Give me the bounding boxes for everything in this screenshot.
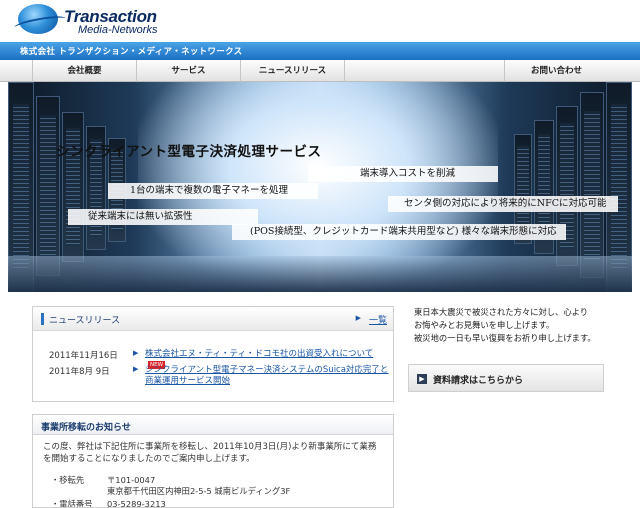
news-panel: ニュースリリース ▶ 一覧 2011年11月16日 ▶ 株式会社エヌ・ティ・ティ…: [32, 306, 394, 402]
office-move-key: ・電話番号: [51, 499, 93, 508]
document-request-button[interactable]: ▶ 資料請求はこちらから: [408, 364, 604, 392]
company-logo[interactable]: Transaction Media-Networks: [13, 4, 218, 38]
notice-line: 東日本大震災で被災された方々に対し、心より: [414, 307, 589, 317]
logo-text-line2: Media-Networks: [78, 24, 158, 36]
header: Transaction Media-Networks: [0, 0, 640, 42]
arrow-right-icon: ▶: [133, 349, 139, 357]
hero-feature-band: センタ側の対応により将来的にNFCに対応可能: [388, 196, 618, 212]
news-link[interactable]: シンクライアント型電子マネー決済システムのSuica対応完了と商業運用サービス開…: [145, 365, 391, 387]
nav-item-news[interactable]: ニュースリリース: [240, 60, 344, 82]
office-move-value: 03-5289-3213: [107, 499, 166, 508]
header-marker-icon: [41, 313, 44, 325]
server-rack: [62, 112, 84, 262]
company-name-bar: 株式会社 トランザクション・メディア・ネットワークス: [0, 42, 640, 60]
arrow-right-icon: ▶: [355, 314, 361, 322]
hero-feature-band: 従来端末には無い拡張性: [68, 209, 258, 225]
office-move-key: ・移転先: [51, 475, 85, 485]
news-link-text[interactable]: 株式会社エヌ・ティ・ティ・ドコモ社の出資受入れについて: [145, 349, 373, 359]
nav-item-empty[interactable]: [344, 60, 504, 82]
office-move-value: 東京都千代田区内神田2-5-5 城南ビルディング3F: [107, 486, 291, 496]
document-icon: ▶: [417, 374, 427, 384]
arrow-right-icon: ▶: [133, 365, 139, 373]
nav-item-services[interactable]: サービス: [136, 60, 240, 82]
news-date: 2011年11月16日: [49, 351, 118, 361]
office-move-title: 事業所移転のお知らせ: [33, 415, 393, 435]
hero-feature-band: 端末導入コストを削減: [308, 166, 498, 182]
office-move-text: この度、弊社は下記住所に事業所を移転し、2011年10月3日(月)より新事業所に…: [43, 442, 377, 464]
news-more-link[interactable]: 一覧: [369, 313, 387, 326]
main-nav: 会社概要 サービス ニュースリリース お問い合わせ: [0, 60, 640, 82]
hero-banner[interactable]: シンクライアント型電子決済処理サービス 端末導入コストを削減 1台の端末で複数の…: [8, 82, 632, 292]
server-rack: [36, 96, 60, 276]
office-move-panel: 事業所移転のお知らせ この度、弊社は下記住所に事業所を移転し、2011年10月3…: [32, 414, 394, 508]
office-move-value: 〒101-0047: [107, 475, 156, 485]
company-name: 株式会社 トランザクション・メディア・ネットワークス: [20, 47, 243, 57]
hero-title: シンクライアント型電子決済処理サービス: [56, 144, 322, 160]
news-panel-title: ニュースリリース: [49, 316, 121, 326]
notice-line: お悔やみとお見舞いを申し上げます。: [414, 320, 555, 330]
condolence-notice: 東日本大震災で被災された方々に対し、心より お悔やみとお見舞いを申し上げます。 …: [408, 304, 608, 358]
nav-item-company[interactable]: 会社概要: [32, 60, 136, 82]
document-request-label: 資料請求はこちらから: [433, 376, 524, 386]
notice-line: 被災地の一日も早い復興をお祈り申し上げます。: [414, 333, 596, 343]
news-panel-header: ニュースリリース ▶ 一覧: [33, 307, 393, 331]
nav-item-contact[interactable]: お問い合わせ: [504, 60, 608, 82]
hero-feature-band: (POS接続型、クレジットカード端末共用型など) 様々な端末形態に対応: [232, 224, 566, 240]
hero-floor: [8, 256, 632, 292]
hero-feature-band: 1台の端末で複数の電子マネーを処理: [108, 183, 318, 199]
news-date: 2011年8月 9日: [49, 367, 110, 377]
server-rack: [580, 92, 604, 278]
server-rack: [556, 106, 578, 266]
